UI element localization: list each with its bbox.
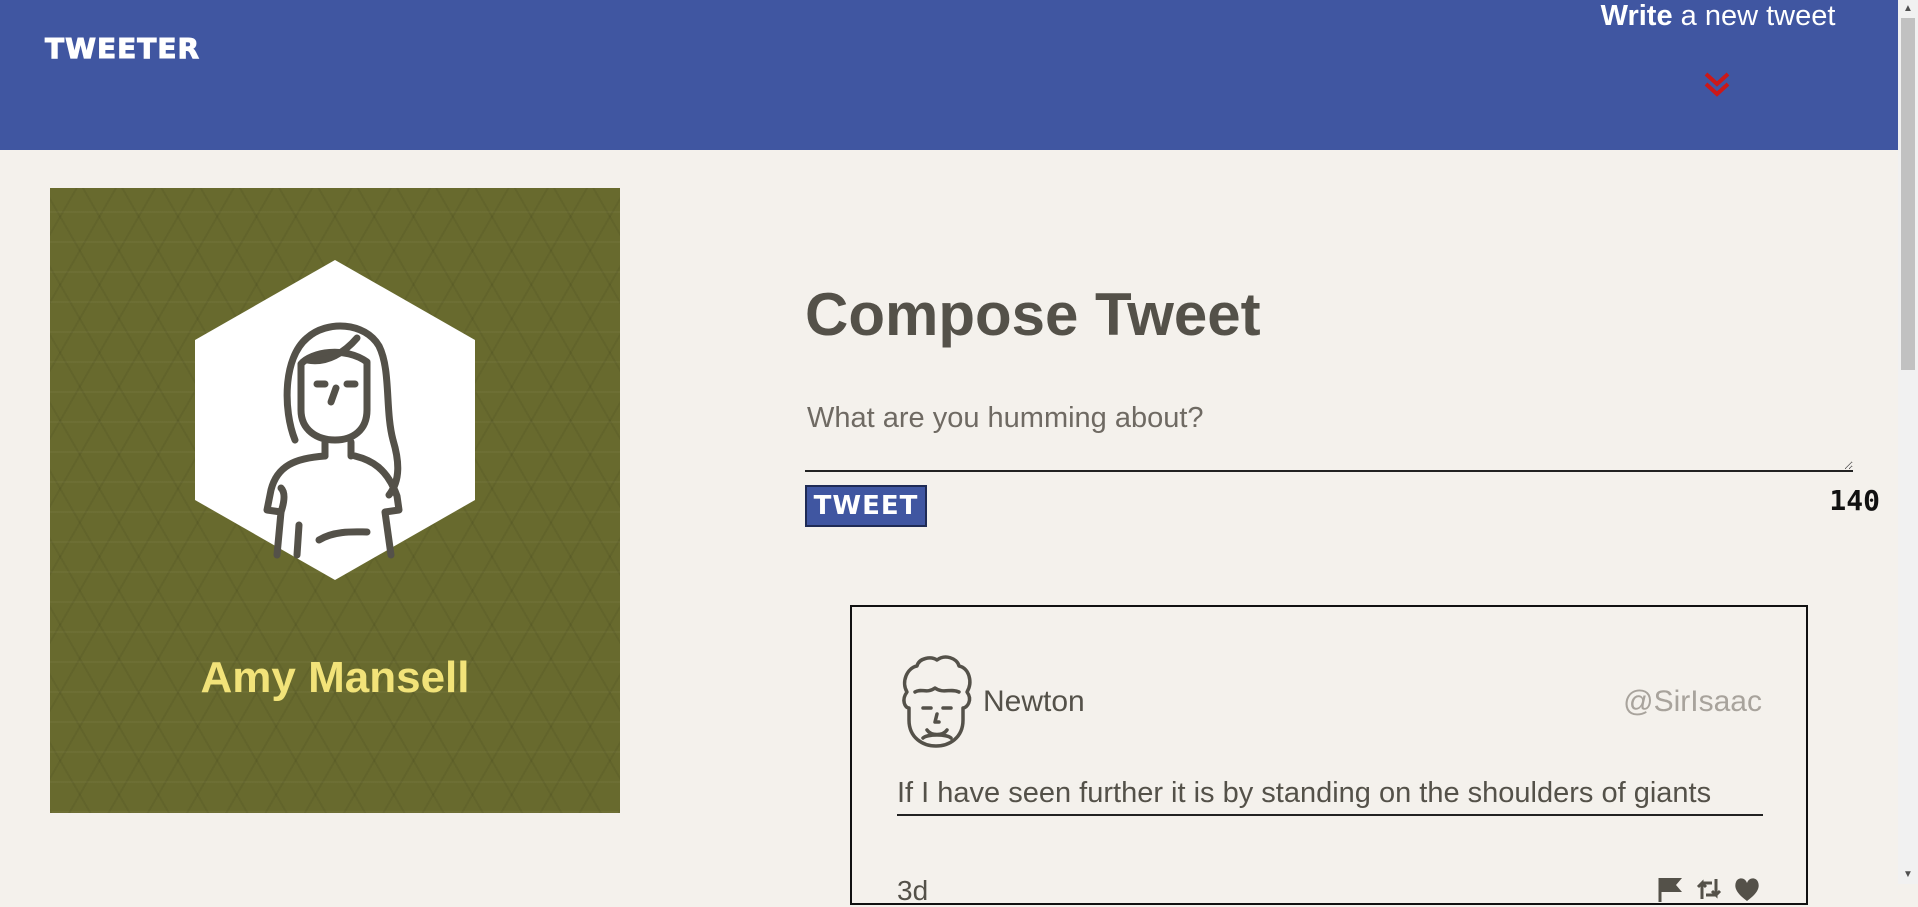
tweet-content: If I have seen further it is by standing… [897,777,1763,816]
tweet-card: Newton @SirIsaac If I have seen further … [850,605,1808,906]
tweet-textarea[interactable] [805,392,1853,472]
write-rest-label: a new tweet [1680,0,1836,32]
compose-title: Compose Tweet [805,281,1261,348]
tweet-actions [1656,875,1762,903]
scroll-thumb[interactable] [1901,18,1915,370]
flag-icon[interactable] [1656,875,1686,903]
heart-icon[interactable] [1732,875,1762,903]
brand-logo[interactable]: TWEETER [44,32,200,66]
tweet-submit-button[interactable]: TWEET [805,485,927,527]
profile-card: Amy Mansell [50,188,620,813]
character-counter: 140 [1829,484,1880,517]
write-new-tweet-toggle[interactable]: Write a new tweet [1588,0,1848,97]
scroll-down-arrow-icon[interactable]: ▼ [1898,866,1918,884]
profile-avatar [195,260,475,580]
scroll-up-arrow-icon[interactable]: ▲ [1898,0,1918,18]
write-strong-label: Write [1600,0,1673,32]
tweet-author-handle[interactable]: @SirIsaac [1623,685,1762,719]
profile-name: Amy Mansell [200,653,470,702]
double-chevron-down-icon[interactable] [1700,68,1734,102]
retweet-icon[interactable] [1694,875,1724,903]
tweet-timestamp: 3d [897,875,929,906]
tweet-avatar [902,655,972,748]
page-scrollbar[interactable]: ▲ ▼ [1898,0,1918,884]
top-nav: TWEETER Write a new tweet [0,0,1898,150]
tweet-author-name[interactable]: Newton [983,685,1085,719]
